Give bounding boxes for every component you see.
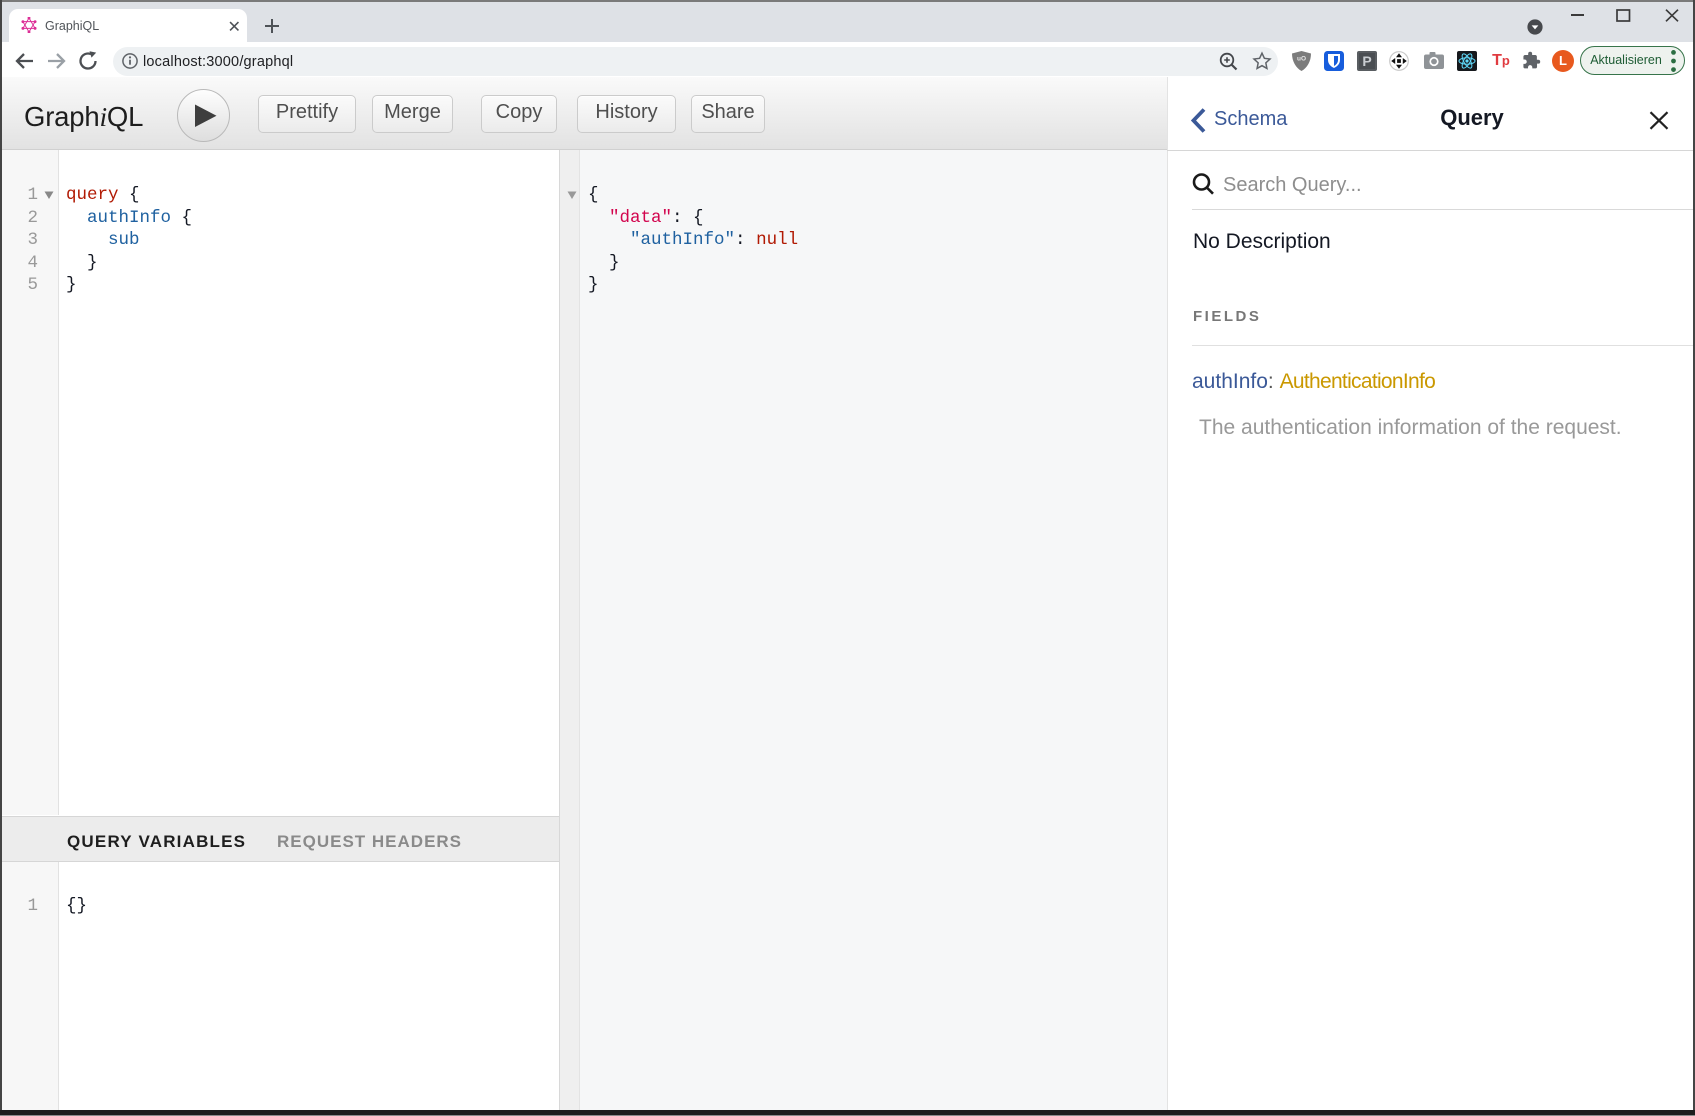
svg-text:uO: uO — [1297, 56, 1306, 63]
svg-text:P: P — [1362, 53, 1371, 69]
